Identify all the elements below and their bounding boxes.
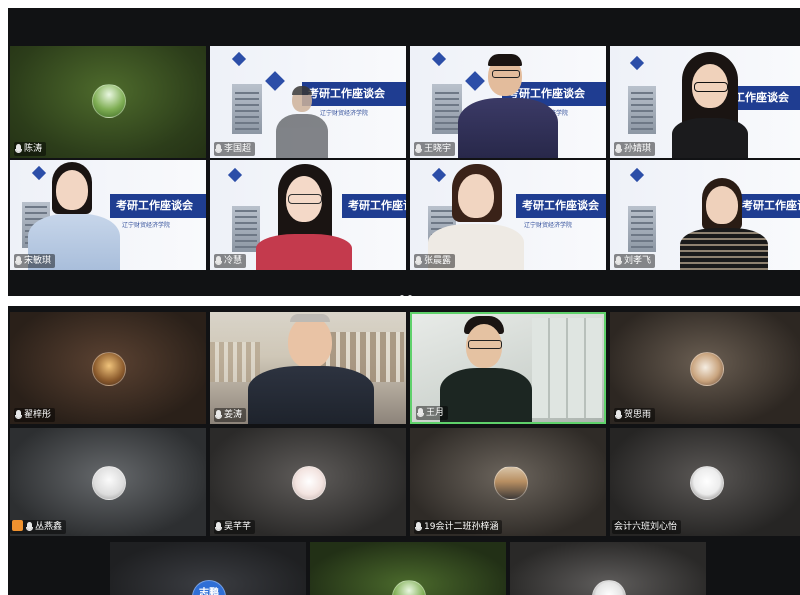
video-tile-liu-xiaofei[interactable]: 考研工作座谈会 刘孝飞 <box>610 160 800 270</box>
participant-name: 陈涛 <box>14 142 47 156</box>
avatar <box>92 84 126 118</box>
participant-name: 王月 <box>416 406 449 420</box>
participant-name: 刘孝飞 <box>614 254 656 268</box>
avatar <box>392 580 426 595</box>
microphone-icon <box>15 144 22 153</box>
microphone-icon <box>415 256 422 265</box>
avatar <box>292 466 326 500</box>
microphone-icon <box>215 522 222 531</box>
microphone-icon <box>417 408 424 417</box>
participant-name: 冷慧 <box>214 254 247 268</box>
page-indicator[interactable] <box>398 284 414 296</box>
video-tile-wu-qianqian[interactable]: 吴芊芊 <box>210 428 406 536</box>
microphone-icon <box>15 256 22 265</box>
avatar <box>494 466 528 500</box>
microphone-icon <box>215 256 222 265</box>
video-tile-partial-2[interactable] <box>310 542 506 595</box>
microphone-icon <box>215 144 222 153</box>
participant-video <box>438 316 534 422</box>
participant-video <box>676 178 772 270</box>
participant-video <box>246 314 376 424</box>
building-image <box>232 84 262 134</box>
video-tile-sun-zihan[interactable]: 19会计二班孙梓涵 <box>410 428 606 536</box>
microphone-icon <box>415 522 422 531</box>
video-tile-he-siyu[interactable]: 贺思雨 <box>610 312 800 424</box>
video-tile-wang-yue[interactable]: 王月 <box>410 312 606 424</box>
participant-name: 李国超 <box>214 142 256 156</box>
video-tile-partial-3[interactable] <box>510 542 706 595</box>
video-tile-li-guochao[interactable]: 考研工作座谈会 辽宁财贸经济学院 李国超 <box>210 46 406 158</box>
avatar <box>592 580 626 595</box>
building-image <box>628 86 656 134</box>
participant-name: 宋敏琪 <box>14 254 56 268</box>
participant-video <box>450 54 560 158</box>
window <box>532 318 602 418</box>
slide-subtitle: 辽宁财贸经济学院 <box>524 222 573 229</box>
avatar <box>92 466 126 500</box>
video-tile-zhang-chenlu[interactable]: 考研工作座谈会 辽宁财贸经济学院 张晨露 <box>410 160 606 270</box>
video-tile-jiang-tao[interactable]: 姜涛 <box>210 312 406 424</box>
participant-name: 翟梓彤 <box>14 408 56 422</box>
video-tile-song-minqi[interactable]: 考研工作座谈会 辽宁财贸经济学院 宋敏琪 <box>10 160 206 270</box>
participant-video <box>668 52 752 158</box>
avatar <box>690 352 724 386</box>
participant-name: 19会计二班孙梓涵 <box>414 520 503 534</box>
participant-video <box>272 86 332 158</box>
host-icon <box>12 520 23 531</box>
video-tile-chen-tao[interactable]: 陈涛 <box>10 46 206 158</box>
microphone-icon <box>26 522 33 531</box>
participant-name: 会计六班刘心怡 <box>612 520 682 534</box>
participant-name: 贺思雨 <box>614 408 656 422</box>
microphone-icon <box>615 256 622 265</box>
microphone-icon <box>215 410 222 419</box>
video-tile-wang-xiaoyu[interactable]: 考研工作座谈会 辽宁财贸经济学院 王晓宇 <box>410 46 606 158</box>
slide-title-band: 考研工作座谈会 <box>516 194 606 218</box>
video-tile-zhai-zitong[interactable]: 翟梓彤 <box>10 312 206 424</box>
microphone-icon <box>615 410 622 419</box>
video-tile-partial-1[interactable]: 志鹏 <box>110 542 306 595</box>
top-meeting-panel: 陈涛 考研工作座谈会 辽宁财贸经济学院 李国超 考研工作座谈会 辽宁财贸经济学院… <box>8 8 800 296</box>
avatar <box>92 352 126 386</box>
participant-video <box>248 164 360 270</box>
participant-name: 姜涛 <box>214 408 247 422</box>
participant-name: 孙婧琪 <box>614 142 656 156</box>
microphone-icon <box>15 410 22 419</box>
avatar: 志鹏 <box>192 580 226 595</box>
video-tile-leng-hui[interactable]: 考研工作座谈会 冷慧 <box>210 160 406 270</box>
video-tile-sun-jingqi[interactable]: 考研工作座谈会 孙婧琪 <box>610 46 800 158</box>
participant-name: 王晓宇 <box>414 142 456 156</box>
microphone-icon <box>615 144 622 153</box>
video-tile-liu-xinyi[interactable]: 会计六班刘心怡 <box>610 428 800 536</box>
participant-name: 吴芊芊 <box>214 520 256 534</box>
participant-name: 张晨露 <box>414 254 456 268</box>
bottom-meeting-panel: 翟梓彤 姜涛 王月 贺思雨 丛燕鑫 吴芊芊 19会计二班孙梓涵 会计六班刘心怡 … <box>8 306 800 595</box>
building-image <box>628 206 656 252</box>
slide-subtitle: 辽宁财贸经济学院 <box>122 222 171 229</box>
video-tile-cong-yanxin[interactable]: 丛燕鑫 <box>10 428 206 536</box>
microphone-icon <box>415 144 422 153</box>
avatar <box>690 466 724 500</box>
participant-name: 丛燕鑫 <box>10 520 67 534</box>
